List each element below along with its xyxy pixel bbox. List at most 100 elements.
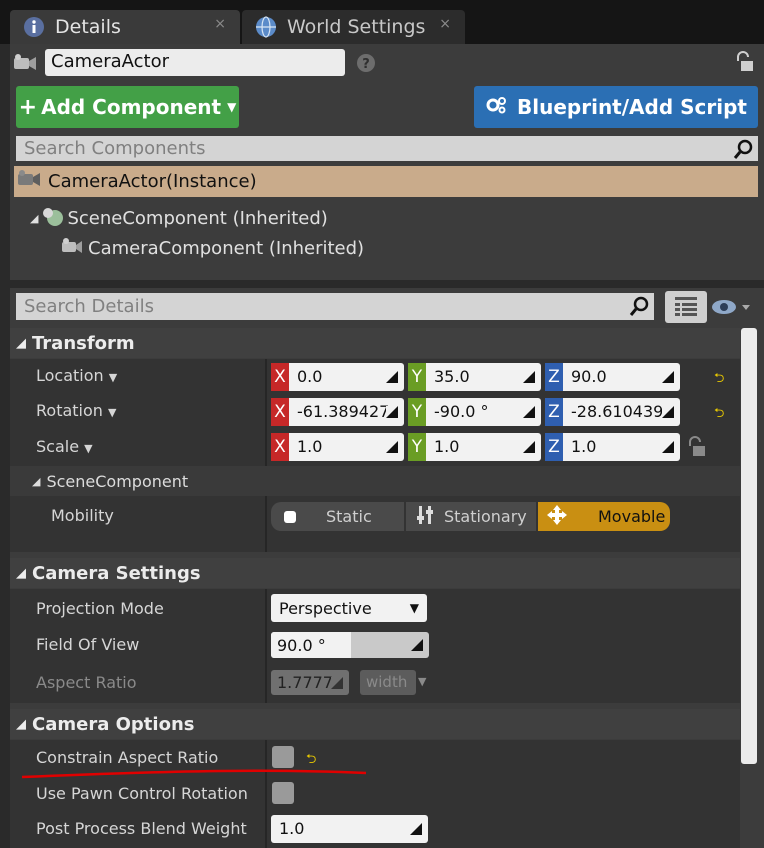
field-of-view-value: 90.0 ° (277, 636, 326, 655)
rotation-z-field[interactable]: -28.610439 (563, 398, 680, 426)
drag-arrow-icon (662, 406, 674, 418)
chevron-down-icon: ▼ (108, 371, 118, 384)
blueprint-add-script-button[interactable]: Blueprint/Add Script (474, 86, 758, 128)
option-label: Movable (598, 507, 666, 526)
location-label[interactable]: Location ▼ (36, 366, 117, 385)
scale-label[interactable]: Scale ▼ (36, 437, 93, 456)
property-matrix-icon[interactable] (665, 291, 707, 323)
rotation-x-field[interactable]: -61.389427 (289, 398, 404, 426)
location-z-field[interactable]: 90.0 (563, 363, 680, 391)
tab-details-label: Details (55, 16, 121, 38)
add-component-label: Add Component (41, 95, 222, 119)
section-title: Transform (32, 332, 135, 354)
y-axis-tag: Y (408, 433, 426, 461)
search-icon[interactable] (733, 138, 755, 164)
lock-icon[interactable] (733, 50, 755, 78)
constrain-aspect-ratio-checkbox[interactable] (272, 746, 294, 768)
section-header-camera-settings[interactable]: ◢ Camera Settings (10, 558, 740, 588)
close-icon[interactable]: × (214, 16, 226, 32)
tree-item-label: SceneComponent (Inherited) (67, 207, 328, 229)
scale-y-field[interactable]: 1.0 (426, 433, 541, 461)
y-axis-tag: Y (408, 398, 426, 426)
mobility-static-option[interactable]: Static (271, 502, 404, 531)
drag-arrow-icon (523, 371, 535, 383)
subsection-title: SceneComponent (46, 471, 189, 491)
mobility-movable-option[interactable]: Movable (538, 502, 670, 531)
rotation-label[interactable]: Rotation ▼ (36, 401, 116, 420)
reset-to-default-icon[interactable]: ⮌ (714, 369, 724, 391)
drag-arrow-icon (662, 371, 674, 383)
location-y-field[interactable]: 35.0 (426, 363, 541, 391)
y-axis-tag: Y (408, 363, 426, 391)
post-process-blend-weight-field[interactable]: 1.0 (271, 815, 428, 843)
scale-lock-icon[interactable] (686, 435, 708, 463)
constrain-aspect-ratio-label: Constrain Aspect Ratio (36, 748, 219, 767)
z-axis-tag: Z (545, 433, 563, 461)
collapse-triangle-icon: ◢ (16, 716, 26, 732)
tab-world-settings[interactable]: World Settings × (242, 10, 465, 44)
add-component-button[interactable]: + Add Component ▼ (16, 86, 239, 128)
tab-world-settings-label: World Settings (287, 16, 426, 38)
search-icon[interactable] (629, 295, 651, 321)
location-x-field[interactable]: 0.0 (289, 363, 404, 391)
chevron-down-icon: ▼ (84, 442, 93, 455)
z-axis-tag: Z (545, 398, 563, 426)
field-of-view-slider[interactable]: 90.0 ° (271, 632, 429, 658)
reset-to-default-icon[interactable]: ⮌ (714, 404, 724, 426)
drag-arrow-icon (386, 371, 398, 383)
collapse-triangle-icon: ◢ (16, 335, 26, 351)
search-components-input[interactable]: Search Components (16, 136, 758, 161)
mobility-stationary-option[interactable]: Stationary (406, 502, 536, 531)
chevron-down-icon: ▼ (227, 100, 237, 114)
aspect-ratio-label: Aspect Ratio (36, 673, 137, 692)
projection-mode-dropdown[interactable]: Perspective ▼ (271, 594, 427, 622)
tab-details[interactable]: Details × (10, 10, 240, 44)
chevron-down-icon: ▼ (409, 601, 419, 615)
subsection-scene-component[interactable]: ◢ SceneComponent (10, 466, 740, 496)
gears-icon (485, 95, 507, 120)
mobility-label: Mobility (51, 506, 114, 525)
camera-icon (60, 236, 84, 261)
scale-x-field[interactable]: 1.0 (289, 433, 404, 461)
help-icon[interactable]: ? (356, 53, 376, 77)
field-of-view-label: Field Of View (36, 635, 140, 654)
svg-text:?: ? (362, 57, 370, 72)
z-axis-tag: Z (545, 363, 563, 391)
info-icon (22, 15, 46, 39)
collapse-triangle-icon: ◢ (30, 211, 39, 225)
camera-actor-icon (16, 168, 42, 195)
drag-arrow-icon (386, 441, 398, 453)
search-details-placeholder: Search Details (24, 296, 154, 317)
tree-item-camera-component[interactable]: CameraComponent (Inherited) (60, 234, 364, 262)
section-title: Camera Settings (32, 562, 201, 584)
drag-arrow-icon (523, 406, 535, 418)
option-label: Stationary (444, 507, 527, 526)
scrollbar-thumb[interactable] (741, 328, 757, 764)
section-header-transform[interactable]: ◢ Transform (10, 328, 740, 358)
column-divider (265, 589, 267, 703)
blueprint-label: Blueprint/Add Script (517, 95, 747, 119)
drag-arrow-icon (410, 823, 422, 835)
tree-item-label: CameraComponent (Inherited) (88, 237, 365, 259)
scale-z-field[interactable]: 1.0 (563, 433, 680, 461)
search-components-placeholder: Search Components (24, 138, 206, 159)
rotation-y-field[interactable]: -90.0 ° (426, 398, 541, 426)
search-details-input[interactable]: Search Details (16, 293, 654, 320)
eye-icon[interactable] (710, 297, 754, 321)
scene-component-icon (41, 205, 64, 232)
component-instance-row[interactable]: CameraActor(Instance) (14, 166, 758, 197)
use-pawn-control-rotation-checkbox[interactable] (272, 782, 294, 804)
projection-mode-label: Projection Mode (36, 599, 164, 618)
x-axis-tag: X (271, 398, 289, 426)
section-header-camera-options[interactable]: ◢ Camera Options (10, 709, 740, 739)
collapse-triangle-icon: ◢ (32, 474, 41, 488)
tree-item-scene-component[interactable]: ◢ SceneComponent (Inherited) (30, 204, 328, 232)
camera-actor-icon (12, 52, 38, 78)
dropdown-value: Perspective (279, 598, 372, 618)
close-icon[interactable]: × (439, 16, 451, 32)
drag-arrow-icon (523, 441, 535, 453)
divider (10, 280, 764, 288)
collapse-triangle-icon: ◢ (16, 565, 26, 581)
globe-icon (254, 15, 278, 39)
actor-name-input[interactable]: CameraActor (45, 49, 345, 76)
